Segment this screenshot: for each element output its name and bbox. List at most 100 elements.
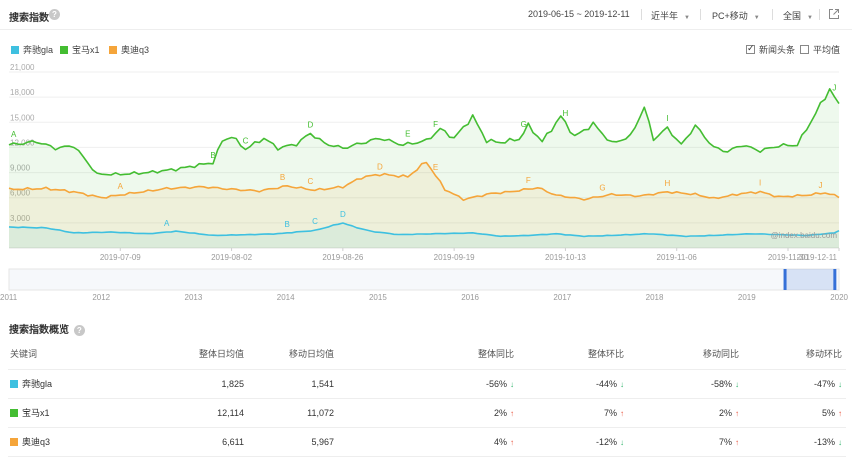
chevron-down-icon: ▼ (684, 15, 690, 21)
cell-value: 1,825 (221, 378, 244, 389)
device-select[interactable]: PC+移动 ▼ (712, 9, 760, 22)
news-annotation: I (759, 178, 761, 187)
value-cell: -58% ↓ (628, 369, 743, 399)
year-tick-label: 2012 (92, 293, 110, 302)
news-annotation: C (308, 177, 314, 186)
column-header: 关键词 (8, 339, 128, 370)
value-cell: 7% ↑ (628, 427, 743, 457)
share-icon[interactable] (828, 8, 840, 20)
period-select[interactable]: 近半年 ▼ (651, 9, 690, 22)
arrow-down-icon: ↓ (838, 437, 842, 447)
cell-value: -12% (595, 436, 617, 447)
overview-navigator (8, 268, 840, 291)
column-header: 整体日均值 (128, 339, 248, 370)
cell-value: 2% (493, 407, 507, 418)
news-annotation: C (243, 137, 249, 146)
cell-value: 1,541 (311, 378, 334, 389)
value-cell: 6,611 (128, 427, 248, 457)
arrow-up-icon: ↑ (620, 408, 624, 418)
x-tick-label: 2019-10-13 (545, 253, 586, 262)
average-checkbox[interactable]: 平均值 (800, 43, 840, 56)
news-annotation: G (599, 184, 605, 193)
legend-item-x1[interactable]: 宝马x1 (60, 43, 100, 56)
navigator-selection (785, 269, 835, 290)
value-cell: -56% ↓ (338, 369, 518, 399)
news-annotation: B (210, 151, 215, 160)
column-header: 整体环比 (518, 339, 628, 370)
help-icon[interactable]: ? (73, 325, 85, 336)
keyword-swatch (10, 380, 18, 388)
x-tick-label: 2019-09-19 (434, 253, 475, 262)
news-annotation: B (280, 173, 285, 182)
news-annotation: H (665, 179, 671, 188)
news-annotation: G (521, 120, 527, 129)
column-header: 移动环比 (743, 339, 846, 370)
news-checkbox[interactable]: 新闻头条 (746, 43, 795, 56)
overview-title-text: 搜索指数概览 (9, 325, 69, 336)
arrow-up-icon: ↑ (735, 437, 739, 447)
cell-value: -56% (485, 378, 507, 389)
value-cell: 1,825 (128, 369, 248, 399)
cell-value: -44% (595, 378, 617, 389)
arrow-up-icon: ↑ (510, 408, 514, 418)
value-cell: -47% ↓ (743, 369, 846, 399)
legend-item-gla[interactable]: 奔驰gla (11, 43, 53, 56)
legend-item-q3[interactable]: 奥迪q3 (109, 43, 149, 56)
keyword-name: 奔驰gla (22, 379, 53, 389)
cell-value: 7% (603, 407, 617, 418)
cell-value: -47% (813, 378, 835, 389)
legend-swatch (109, 46, 117, 54)
y-tick-label: 18,000 (10, 88, 35, 97)
year-tick-label: 2013 (185, 293, 203, 302)
cell-value: 2% (718, 407, 732, 418)
arrow-up-icon: ↑ (735, 408, 739, 418)
chevron-down-icon: ▼ (807, 15, 813, 21)
news-annotation: F (526, 176, 531, 185)
legend-label: 奥迪q3 (121, 45, 150, 55)
news-annotation: F (433, 120, 438, 129)
navigator-handle-left (783, 269, 787, 290)
value-cell: 7% ↑ (518, 398, 628, 428)
keyword-swatch (10, 409, 18, 417)
header-bar: 搜索指数 ? 2019-06-15 ~ 2019-12-11 近半年 ▼ PC+移… (0, 0, 852, 30)
news-annotation: C (312, 217, 318, 226)
overview-table: 关键词 整体日均值 移动日均值 整体同比 整体环比 移动同比 移动环比 奔驰gl… (8, 339, 846, 457)
checkbox-empty-icon (800, 45, 809, 54)
column-header: 移动同比 (628, 339, 743, 370)
keyword-cell: 奥迪q3 (8, 427, 128, 457)
year-tick-label: 2017 (553, 293, 571, 302)
x-tick-label: 2019-08-26 (322, 253, 363, 262)
table-header-row: 关键词 整体日均值 移动日均值 整体同比 整体环比 移动同比 移动环比 (8, 339, 846, 370)
arrow-down-icon: ↓ (620, 379, 624, 389)
checkbox-checked-icon (746, 43, 755, 54)
cell-value: 5,967 (311, 436, 334, 447)
x-tick-label: 2019-07-09 (100, 253, 141, 262)
year-tick-label: 2016 (461, 293, 479, 302)
value-cell: 11,072 (248, 398, 338, 428)
keyword-cell: 奔驰gla (8, 369, 128, 399)
overview-title: 搜索指数概览 ? (9, 321, 85, 336)
news-annotation: A (164, 219, 170, 228)
year-tick-label: 2019 (738, 293, 756, 302)
value-cell: -44% ↓ (518, 369, 628, 399)
region-value: 全国 (783, 11, 802, 21)
news-annotation: I (666, 114, 668, 123)
value-cell: -13% ↓ (743, 427, 846, 457)
trend-chart[interactable]: 3,0006,0009,00012,00015,00018,00021,0002… (0, 60, 852, 310)
keyword-name: 宝马x1 (22, 408, 50, 418)
value-cell: 2% ↑ (338, 398, 518, 428)
help-icon[interactable]: ? (49, 9, 60, 20)
table-row: 宝马x1 12,114 11,072 2% ↑ 7% ↑ 2% ↑ 5% ↑ (8, 398, 846, 428)
region-select[interactable]: 全国 ▼ (783, 9, 813, 22)
value-cell: 12,114 (128, 398, 248, 428)
arrow-up-icon: ↑ (510, 437, 514, 447)
chevron-down-icon: ▼ (753, 15, 760, 21)
column-header: 整体同比 (338, 339, 518, 370)
legend-label: 奔驰gla (23, 45, 54, 55)
value-cell: -12% ↓ (518, 427, 628, 457)
news-label: 新闻头条 (759, 45, 796, 55)
divider (700, 9, 701, 20)
cell-value: -13% (813, 436, 835, 447)
date-range-picker[interactable]: 2019-06-15 ~ 2019-12-11 (528, 9, 630, 19)
x-tick-label: 2019-12-11 (797, 253, 838, 262)
